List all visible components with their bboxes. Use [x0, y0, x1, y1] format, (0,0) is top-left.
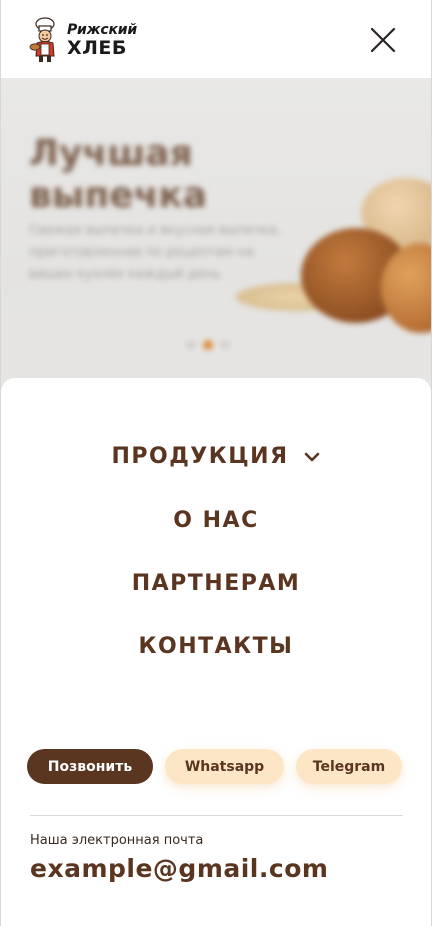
logo[interactable]: Рижский ХЛЕБ: [29, 14, 139, 66]
nav-item-label: ПРОДУКЦИЯ: [111, 444, 289, 469]
nav-item-about[interactable]: О НАС: [1, 508, 431, 533]
logo-line-1: Рижский: [67, 21, 138, 38]
mobile-menu-panel: ПРОДУКЦИЯ О НАС ПАРТНЕРАМ КОНТАКТЫ Позво…: [1, 378, 431, 926]
carousel-dot[interactable]: [221, 341, 229, 349]
hero-description: Свежая выпечка и вкусная выпечка, пригот…: [29, 223, 281, 282]
hero-blur-layer: Лучшая выпечка Свежая выпечка и вкусная …: [1, 78, 431, 398]
contact-actions: Позвонить Whatsapp Telegram: [27, 749, 402, 784]
chevron-down-icon[interactable]: [303, 448, 321, 466]
chef-mascot-icon: [29, 17, 55, 62]
carousel-dot[interactable]: [187, 341, 195, 349]
telegram-button[interactable]: Telegram: [296, 749, 402, 784]
divider: [30, 815, 403, 816]
app-frame: Рижский ХЛЕБ Лучшая выпечка Свежая выпеч…: [0, 0, 432, 926]
whatsapp-button[interactable]: Whatsapp: [165, 749, 284, 784]
carousel-dot-active[interactable]: [203, 340, 213, 350]
email-label: Наша электронная почта: [30, 833, 204, 848]
header: Рижский ХЛЕБ: [1, 0, 431, 78]
nav-item-partners[interactable]: ПАРТНЕРАМ: [1, 571, 431, 596]
nav-item-contacts[interactable]: КОНТАКТЫ: [1, 634, 431, 659]
logo-line-2: ХЛЕБ: [67, 36, 127, 59]
carousel-dots: [187, 340, 229, 350]
email-link[interactable]: example@gmail.com: [30, 854, 328, 883]
hero-banner: Лучшая выпечка Свежая выпечка и вкусная …: [1, 78, 431, 398]
close-icon[interactable]: [369, 26, 397, 54]
call-button[interactable]: Позвонить: [27, 749, 153, 784]
nav-item-products[interactable]: ПРОДУКЦИЯ: [1, 444, 431, 469]
logo-text: Рижский ХЛЕБ: [67, 23, 137, 58]
hero-title: Лучшая выпечка: [29, 133, 208, 216]
nav-item-label: КОНТАКТЫ: [138, 634, 294, 659]
nav-item-label: О НАС: [173, 508, 259, 533]
nav-item-label: ПАРТНЕРАМ: [131, 571, 301, 596]
